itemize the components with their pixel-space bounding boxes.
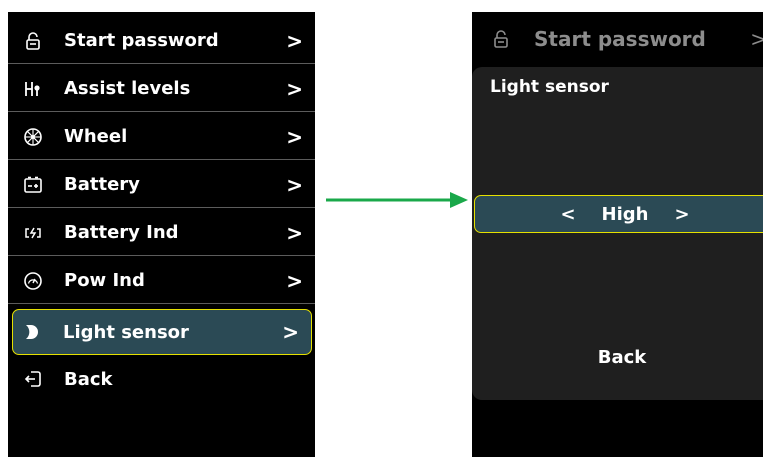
power-indicator-icon <box>22 270 44 292</box>
menu-item-label: Start password <box>534 27 706 51</box>
menu-item-label: Assist levels <box>64 78 191 99</box>
menu-item-start-password[interactable]: Start password > <box>8 18 315 64</box>
menu-screen: Start password > Assist levels > Wheel >… <box>8 12 315 457</box>
menu-item-label: Pow Ind <box>64 270 145 291</box>
menu-item-start-password-dimmed: Start password > <box>472 12 763 66</box>
previous-option-button[interactable]: < <box>560 204 575 225</box>
wheel-icon <box>22 126 44 148</box>
menu-item-label: Battery Ind <box>64 222 179 243</box>
menu-item-light-sensor[interactable]: Light sensor > <box>12 309 312 355</box>
menu-item-label: Light sensor <box>63 321 189 343</box>
dialog-title: Light sensor <box>490 77 609 97</box>
chevron-right-icon: > <box>286 76 303 101</box>
menu-item-wheel[interactable]: Wheel > <box>8 114 315 160</box>
menu-item-pow-ind[interactable]: Pow Ind > <box>8 258 315 304</box>
light-sensor-icon <box>21 321 43 343</box>
chevron-right-icon: > <box>750 27 763 51</box>
next-option-button[interactable]: > <box>674 204 689 225</box>
lock-icon <box>490 28 512 50</box>
menu-item-label: Wheel <box>64 126 128 147</box>
chevron-right-icon: > <box>286 220 303 245</box>
light-sensor-dialog: Light sensor < High > Back <box>472 67 763 400</box>
chevron-right-icon: > <box>286 268 303 293</box>
transition-arrow-icon <box>326 192 468 208</box>
menu-item-assist-levels[interactable]: Assist levels > <box>8 66 315 112</box>
back-button[interactable]: Back <box>472 347 763 368</box>
battery-indicator-icon <box>22 222 44 244</box>
chevron-right-icon: > <box>286 124 303 149</box>
assist-levels-icon <box>22 78 44 100</box>
menu-item-battery-ind[interactable]: Battery Ind > <box>8 210 315 256</box>
chevron-right-icon: > <box>286 28 303 53</box>
menu-item-label: Start password <box>64 30 219 51</box>
menu-item-battery[interactable]: Battery > <box>8 162 315 208</box>
lock-icon <box>22 30 44 52</box>
light-sensor-value-selector[interactable]: < High > <box>474 195 763 233</box>
menu-item-label: Battery <box>64 174 140 195</box>
menu-item-back[interactable]: Back <box>8 356 315 402</box>
selected-value: High <box>601 203 649 225</box>
light-sensor-screen: Start password > Light sensor < High > B… <box>472 12 763 457</box>
back-icon <box>22 368 44 390</box>
menu-item-label: Back <box>64 368 113 390</box>
chevron-right-icon: > <box>286 172 303 197</box>
chevron-right-icon: > <box>282 320 299 344</box>
battery-icon <box>22 174 44 196</box>
